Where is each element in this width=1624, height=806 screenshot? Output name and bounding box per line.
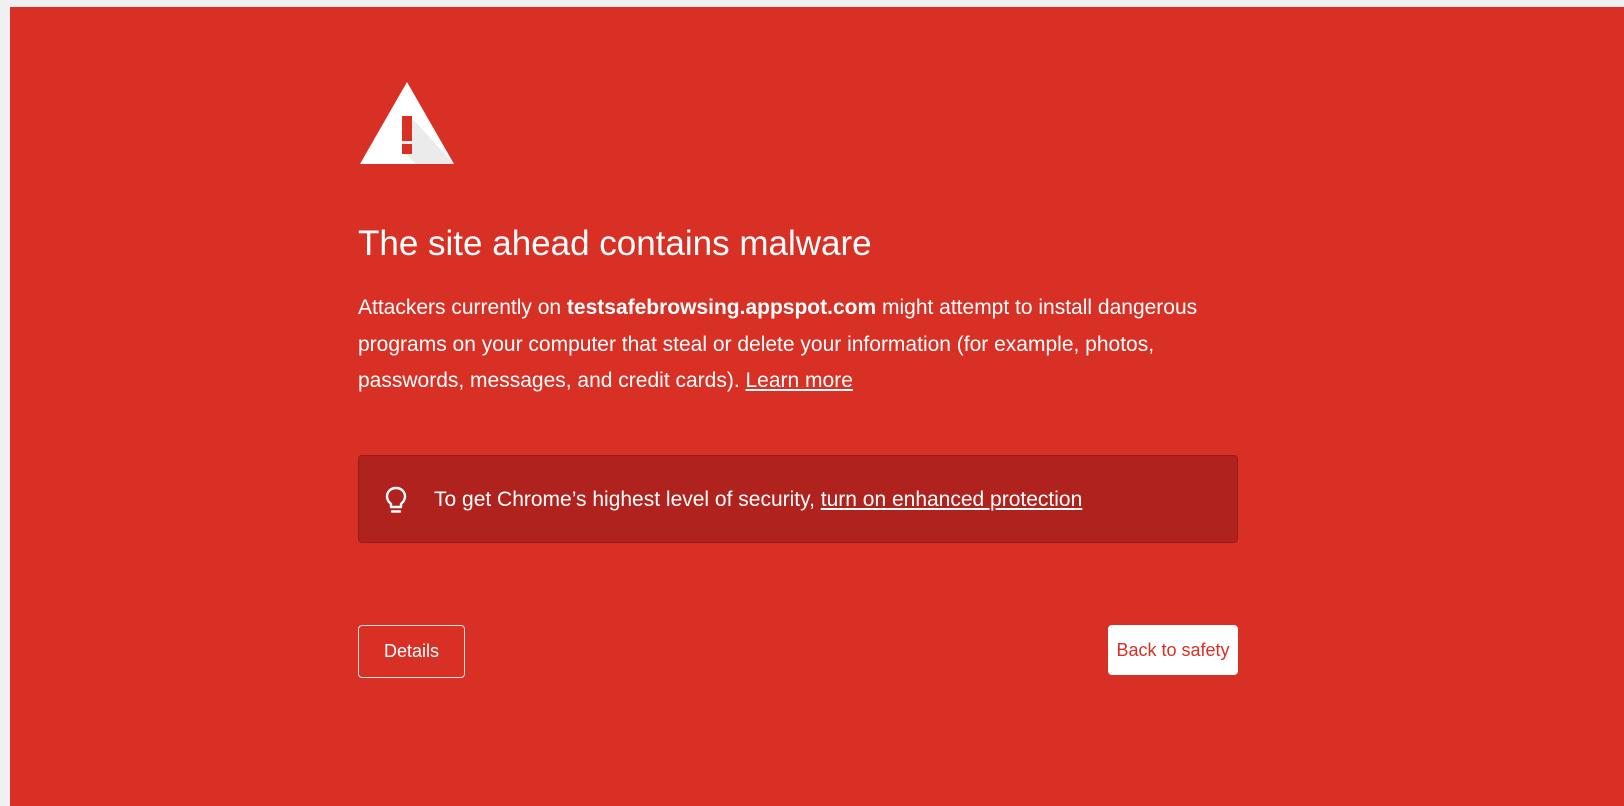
warning-triangle-icon	[360, 82, 454, 164]
malware-domain: testsafebrowsing.appspot.com	[566, 296, 877, 319]
details-button[interactable]: Details	[358, 625, 465, 678]
promo-message: To get Chrome’s highest level of securit…	[434, 486, 1082, 514]
enhanced-protection-promo: To get Chrome’s highest level of securit…	[358, 455, 1238, 543]
enhanced-protection-link[interactable]: turn on enhanced protection	[821, 488, 1083, 511]
promo-text: To get Chrome’s highest level of securit…	[434, 488, 821, 511]
learn-more-link[interactable]: Learn more	[746, 369, 853, 392]
description-prefix: Attackers currently on	[358, 296, 567, 319]
lightbulb-icon	[385, 486, 407, 513]
warning-description: Attackers currently on testsafebrowsing.…	[358, 290, 1248, 400]
interstitial-page: The site ahead contains malware Attacker…	[10, 7, 1624, 806]
back-to-safety-button[interactable]: Back to safety	[1108, 625, 1238, 675]
page-title: The site ahead contains malware	[358, 224, 872, 263]
